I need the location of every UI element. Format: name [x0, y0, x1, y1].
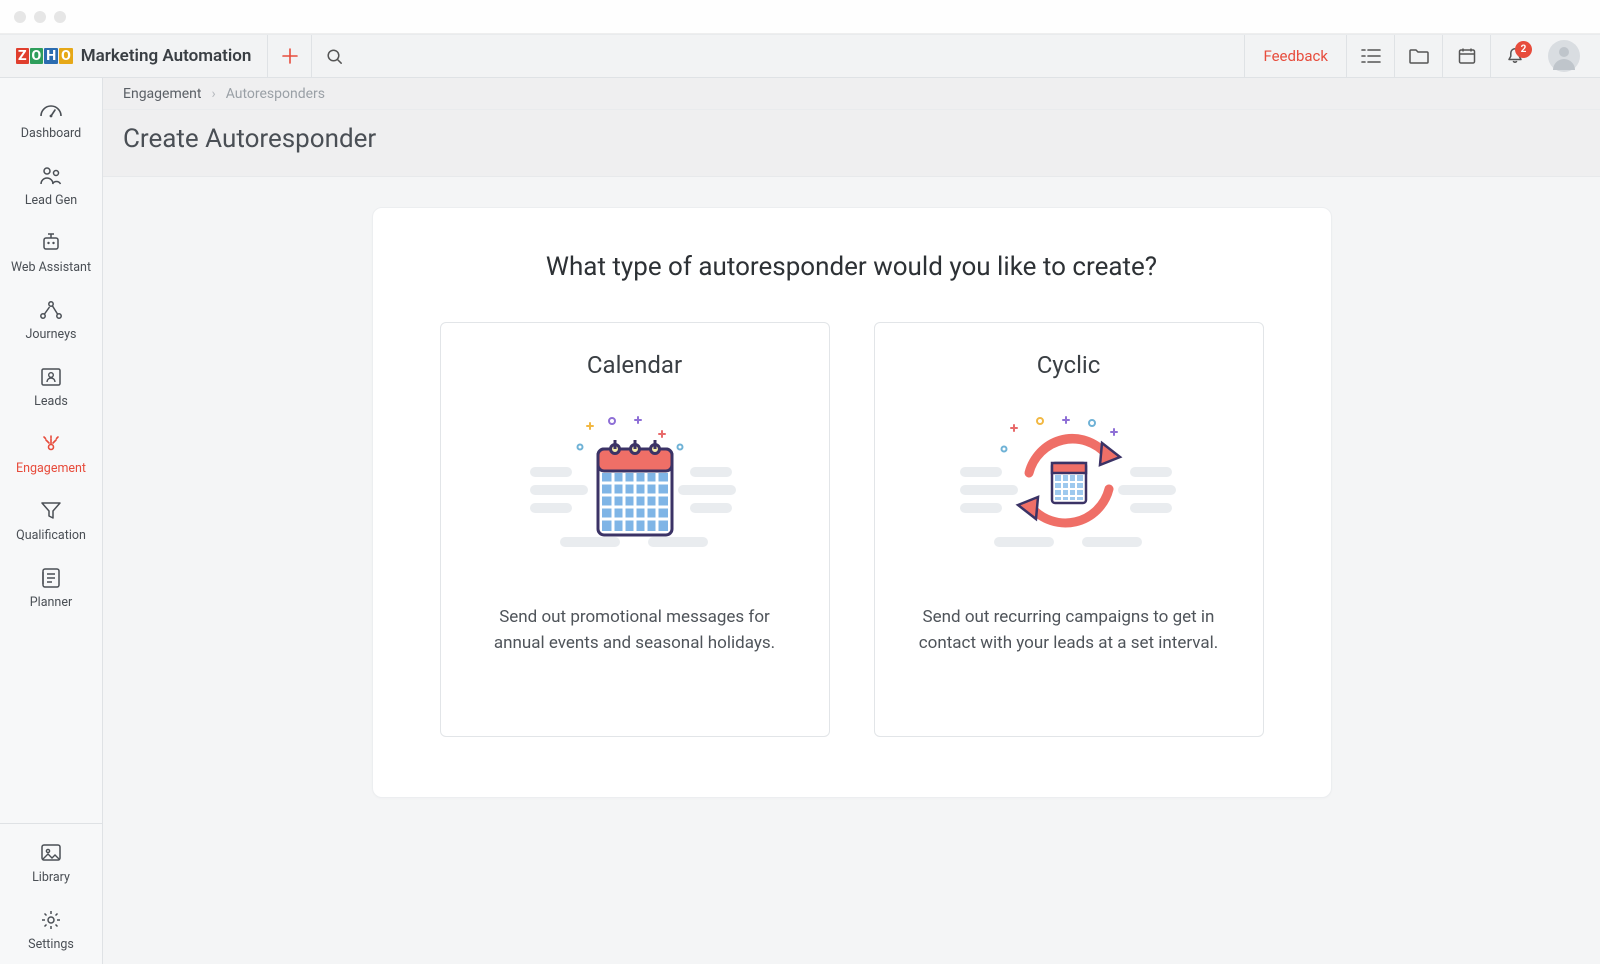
- sidebar-item-leads[interactable]: Leads: [0, 354, 102, 421]
- engagement-icon: [38, 431, 64, 457]
- main: Engagement › Autoresponders Create Autor…: [103, 78, 1600, 964]
- brand-name: Marketing Automation: [81, 46, 252, 66]
- sidebar-item-journeys[interactable]: Journeys: [0, 287, 102, 354]
- add-button[interactable]: [268, 35, 312, 77]
- mac-titlebar: [0, 0, 1600, 34]
- gauge-icon: [38, 96, 64, 122]
- sidebar-item-label: Library: [32, 870, 70, 885]
- breadcrumb: Engagement › Autoresponders: [103, 78, 1600, 110]
- calendar-icon: [1458, 47, 1476, 65]
- folder-icon: [1409, 48, 1429, 64]
- calendar-illustration: [467, 397, 803, 577]
- topbar-right: Feedback 2: [1244, 35, 1590, 77]
- brand[interactable]: ZOHO Marketing Automation: [0, 35, 268, 77]
- planner-icon: [38, 565, 64, 591]
- funnel-icon: [38, 498, 64, 524]
- sidebar-item-engagement[interactable]: Engagement: [0, 421, 102, 488]
- user-icon: [1548, 40, 1580, 72]
- content: What type of autoresponder would you lik…: [103, 177, 1600, 964]
- page-header: Create Autoresponder: [103, 110, 1600, 177]
- zoho-logo: ZOHO: [16, 48, 73, 64]
- breadcrumb-current: Autoresponders: [226, 86, 325, 102]
- sidebar-item-label: Engagement: [16, 461, 86, 476]
- panel-heading: What type of autoresponder would you lik…: [421, 252, 1283, 282]
- breadcrumb-parent[interactable]: Engagement: [123, 86, 201, 102]
- sidebar-item-webassistant[interactable]: Web Assistant: [0, 220, 102, 287]
- sidebar-item-settings[interactable]: Settings: [0, 897, 102, 964]
- search-icon: [326, 48, 343, 65]
- mac-minimize-dot[interactable]: [34, 11, 46, 23]
- sidebar-item-label: Qualification: [16, 528, 86, 543]
- option-desc: Send out promotional messages for annual…: [475, 605, 795, 656]
- id-card-icon: [38, 364, 64, 390]
- folder-button[interactable]: [1394, 35, 1442, 77]
- autoresponder-panel: What type of autoresponder would you lik…: [372, 207, 1332, 798]
- calendar-button[interactable]: [1442, 35, 1490, 77]
- notifications-button[interactable]: 2: [1490, 35, 1538, 77]
- sidebar-item-library[interactable]: Library: [0, 830, 102, 897]
- list-check-icon: [1361, 48, 1381, 64]
- notification-badge: 2: [1515, 41, 1532, 58]
- chevron-right-icon: ›: [211, 86, 215, 102]
- option-title: Calendar: [587, 351, 682, 379]
- mac-zoom-dot[interactable]: [54, 11, 66, 23]
- avatar[interactable]: [1548, 40, 1580, 72]
- sidebar-item-label: Journeys: [26, 327, 77, 342]
- sidebar-item-dashboard[interactable]: Dashboard: [0, 86, 102, 153]
- topbar: ZOHO Marketing Automation Feedback 2: [0, 34, 1600, 78]
- gear-icon: [38, 907, 64, 933]
- activity-button[interactable]: [1346, 35, 1394, 77]
- robot-icon: [38, 230, 64, 256]
- sidebar: Dashboard Lead Gen Web Assistant Journey…: [0, 78, 103, 964]
- people-icon: [38, 163, 64, 189]
- sidebar-item-planner[interactable]: Planner: [0, 555, 102, 622]
- page-title: Create Autoresponder: [123, 124, 1580, 154]
- mac-close-dot[interactable]: [14, 11, 26, 23]
- sidebar-item-label: Lead Gen: [25, 193, 77, 208]
- sidebar-item-label: Web Assistant: [11, 260, 91, 275]
- search-button[interactable]: [312, 35, 356, 77]
- sidebar-item-label: Planner: [30, 595, 72, 610]
- option-desc: Send out recurring campaigns to get in c…: [909, 605, 1229, 656]
- app-window: ZOHO Marketing Automation Feedback 2: [0, 0, 1600, 964]
- feedback-link[interactable]: Feedback: [1244, 35, 1346, 77]
- sidebar-item-qualification[interactable]: Qualification: [0, 488, 102, 555]
- option-cyclic[interactable]: Cyclic: [874, 322, 1264, 737]
- journey-icon: [38, 297, 64, 323]
- cycle-illustration: [901, 397, 1237, 577]
- sidebar-item-leadgen[interactable]: Lead Gen: [0, 153, 102, 220]
- sidebar-item-label: Dashboard: [21, 126, 81, 141]
- sidebar-item-label: Leads: [34, 394, 68, 409]
- option-calendar[interactable]: Calendar: [440, 322, 830, 737]
- option-title: Cyclic: [1037, 351, 1101, 379]
- sidebar-item-label: Settings: [28, 937, 74, 952]
- option-list: Calendar: [421, 322, 1283, 737]
- plus-icon: [282, 48, 298, 64]
- body: Dashboard Lead Gen Web Assistant Journey…: [0, 78, 1600, 964]
- image-icon: [38, 840, 64, 866]
